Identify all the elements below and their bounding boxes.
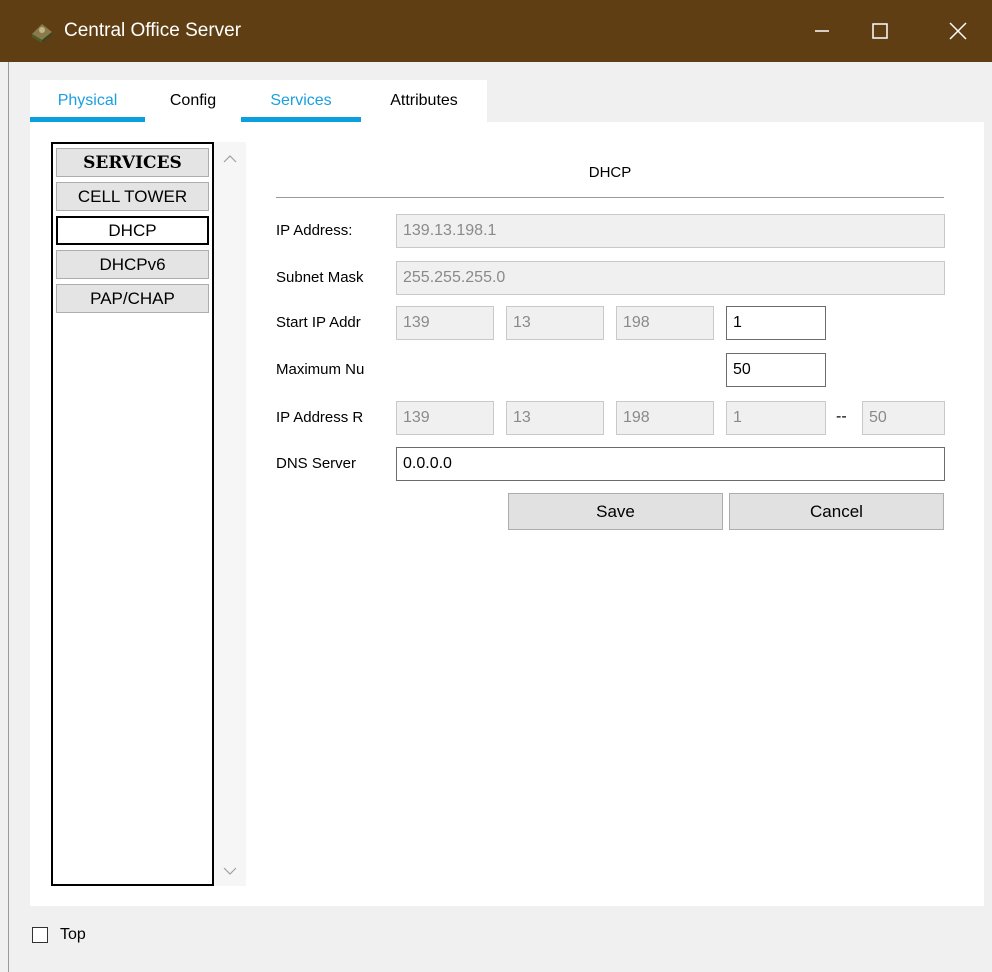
start-ip-octet-2: 13 bbox=[506, 306, 604, 340]
maximize-icon bbox=[872, 23, 888, 39]
services-scrollbar[interactable] bbox=[214, 142, 246, 886]
title-bar: Central Office Server bbox=[0, 0, 992, 62]
save-button[interactable]: Save bbox=[508, 493, 723, 530]
subnet-mask-field: 255.255.255.0 bbox=[396, 261, 945, 295]
ip-range-octet-1: 139 bbox=[396, 401, 494, 435]
tab-attributes[interactable]: Attributes bbox=[361, 80, 487, 122]
top-label: Top bbox=[60, 926, 86, 943]
start-ip-octet-1: 139 bbox=[396, 306, 494, 340]
ip-address-label: IP Address: bbox=[276, 222, 353, 239]
start-ip-octet-3: 198 bbox=[616, 306, 714, 340]
services-list: SERVICES CELL TOWER DHCP DHCPv6 PAP/CHAP bbox=[51, 142, 214, 886]
dns-server-label: DNS Server bbox=[276, 455, 357, 472]
start-ip-octet-4-input[interactable]: 1 bbox=[726, 306, 826, 340]
tab-physical[interactable]: Physical bbox=[30, 80, 145, 122]
window-frame-edge bbox=[8, 62, 9, 972]
ip-range-octet-3: 198 bbox=[616, 401, 714, 435]
cancel-button[interactable]: Cancel bbox=[729, 493, 944, 530]
heading-divider bbox=[276, 197, 944, 198]
service-item-dhcp[interactable]: DHCP bbox=[56, 216, 209, 245]
minimize-button[interactable] bbox=[789, 0, 855, 62]
dhcp-heading: DHCP bbox=[588, 164, 632, 181]
service-item-cell-tower[interactable]: CELL TOWER bbox=[56, 182, 209, 211]
ip-range-octet-2: 13 bbox=[506, 401, 604, 435]
window-title: Central Office Server bbox=[64, 20, 242, 41]
ip-range-octet-4: 1 bbox=[726, 401, 826, 435]
scroll-up-icon[interactable] bbox=[222, 154, 238, 164]
close-button[interactable] bbox=[925, 0, 991, 62]
max-users-label: Maximum Nu bbox=[276, 361, 365, 378]
dns-server-input[interactable]: 0.0.0.0 bbox=[396, 447, 945, 481]
close-icon bbox=[949, 22, 967, 40]
minimize-icon bbox=[815, 30, 829, 32]
scroll-down-icon[interactable] bbox=[222, 866, 238, 876]
maximize-button[interactable] bbox=[847, 0, 913, 62]
tab-services[interactable]: Services bbox=[241, 80, 361, 122]
ip-range-end: 50 bbox=[862, 401, 945, 435]
start-ip-label: Start IP Addr bbox=[276, 314, 361, 331]
services-header: SERVICES bbox=[56, 148, 209, 177]
cisco-device-icon bbox=[30, 20, 54, 44]
service-item-dhcpv6[interactable]: DHCPv6 bbox=[56, 250, 209, 279]
service-item-pap-chap[interactable]: PAP/CHAP bbox=[56, 284, 209, 313]
subnet-mask-label: Subnet Mask bbox=[276, 269, 364, 286]
ip-range-label: IP Address R bbox=[276, 409, 364, 426]
range-separator: -- bbox=[836, 408, 847, 425]
top-checkbox[interactable] bbox=[32, 927, 48, 943]
ip-address-field: 139.13.198.1 bbox=[396, 214, 945, 248]
tab-config[interactable]: Config bbox=[145, 80, 241, 122]
max-users-input[interactable]: 50 bbox=[726, 353, 826, 387]
